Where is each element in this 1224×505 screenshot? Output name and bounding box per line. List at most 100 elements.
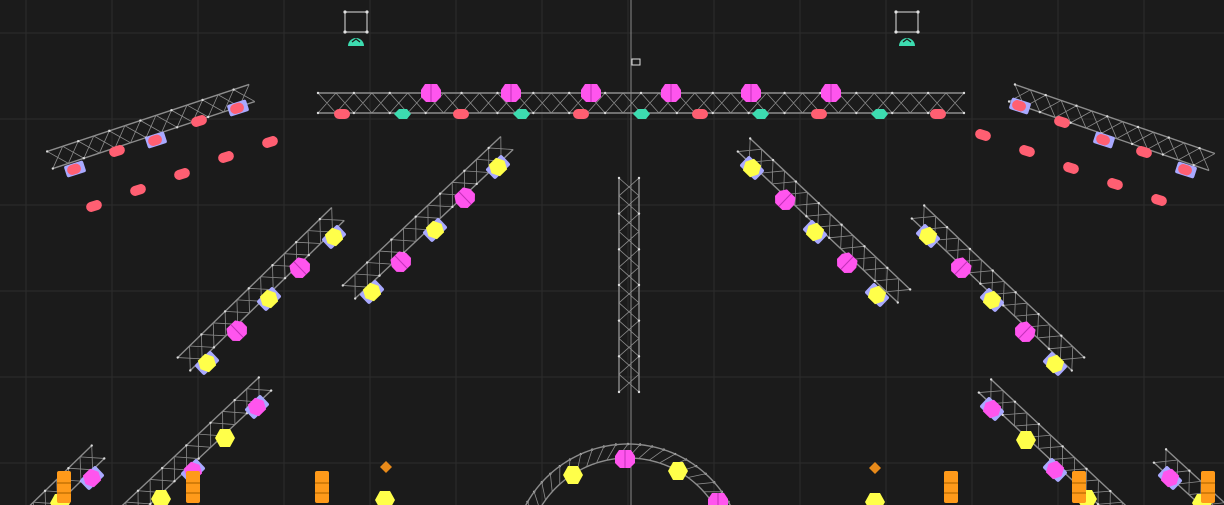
truss-node [45,150,49,153]
truss-node [979,282,982,285]
truss-node [1037,312,1040,316]
truss-node [1082,356,1086,359]
truss-node [1044,93,1047,97]
spot-fixture-icon [615,450,635,468]
truss-node [77,139,80,143]
truss-node [637,319,641,322]
truss-node [451,205,454,209]
truss-node [1152,461,1156,464]
truss-node [910,217,914,220]
truss-node [945,225,949,229]
truss-node [637,283,641,287]
truss-node [817,201,820,205]
truss-node [51,167,55,170]
truss-node [1061,445,1064,448]
truss-node [175,126,179,129]
truss-node [886,266,889,270]
strobe-fixture-icon [944,471,958,503]
truss-node [977,391,981,394]
truss-node [617,283,621,287]
truss-node [711,111,714,115]
truss-node [223,310,227,313]
truss-node [639,91,643,95]
truss-node [568,91,571,95]
truss-node [617,248,621,251]
truss-node [257,376,261,379]
truss-node [637,355,641,358]
wash-fixture-icon [811,109,827,119]
truss-node [908,288,912,291]
lighting-plot-canvas[interactable] [0,0,1224,505]
truss-node [1161,153,1165,156]
truss-node [388,91,391,95]
truss-node [201,98,204,102]
truss-node [891,111,894,115]
truss-node [189,369,192,372]
truss-node [365,261,369,264]
truss-node [390,238,393,241]
truss-node [176,356,179,359]
truss-node [637,176,641,180]
spot-fixture-icon [421,84,441,102]
spot-fixture-icon [661,84,681,102]
truss-node [1198,146,1201,150]
wash-fixture-icon [334,109,350,119]
truss-node [353,297,357,300]
truss-node [1037,422,1041,426]
truss-node [617,176,621,180]
truss-node [1014,291,1017,294]
truss-node [1038,110,1042,114]
truss-node [748,137,752,140]
truss-node [378,274,381,277]
truss-node [1106,115,1109,118]
truss-node [207,115,210,119]
truss-node [341,284,345,287]
truss-node [212,346,216,349]
truss-node [617,212,621,215]
truss-node [283,276,287,280]
truss-node [103,457,106,460]
truss-node [855,111,858,115]
truss-node [1109,489,1112,493]
strobe-fixture-icon [57,471,71,503]
truss-node [532,91,535,95]
truss-node [1130,142,1134,146]
truss-node [603,91,607,95]
truss-node [388,111,391,115]
truss-node [1164,448,1168,451]
truss-node [307,253,310,257]
truss-node [637,248,641,251]
truss-node [1136,125,1140,129]
truss-node [460,91,463,95]
truss-node [675,111,679,115]
truss-node [82,157,86,160]
canvas-background [0,0,1224,505]
truss-node [487,146,490,150]
truss-node [496,111,499,115]
truss-node [1167,136,1170,139]
truss-node [783,111,786,115]
truss-node [617,390,621,394]
truss-node [232,88,235,91]
truss-node [1085,467,1088,470]
truss-node [962,111,966,115]
truss-node [747,111,750,115]
truss-node [1013,400,1017,403]
truss-node [136,489,140,492]
truss-node [139,119,142,122]
truss-node [532,111,535,115]
truss-node [794,180,798,183]
truss-node [783,91,786,95]
truss-node [1188,469,1191,472]
truss-node [1060,334,1063,337]
truss-node [805,215,808,218]
truss-node [771,158,775,162]
truss-node [891,91,894,95]
truss-node [271,264,274,267]
wash-fixture-icon [692,109,708,119]
truss-node [711,91,714,95]
truss-node [424,111,427,115]
spot-fixture-icon [821,84,841,102]
wash-fixture-icon [453,109,469,119]
truss-node [1013,83,1017,86]
